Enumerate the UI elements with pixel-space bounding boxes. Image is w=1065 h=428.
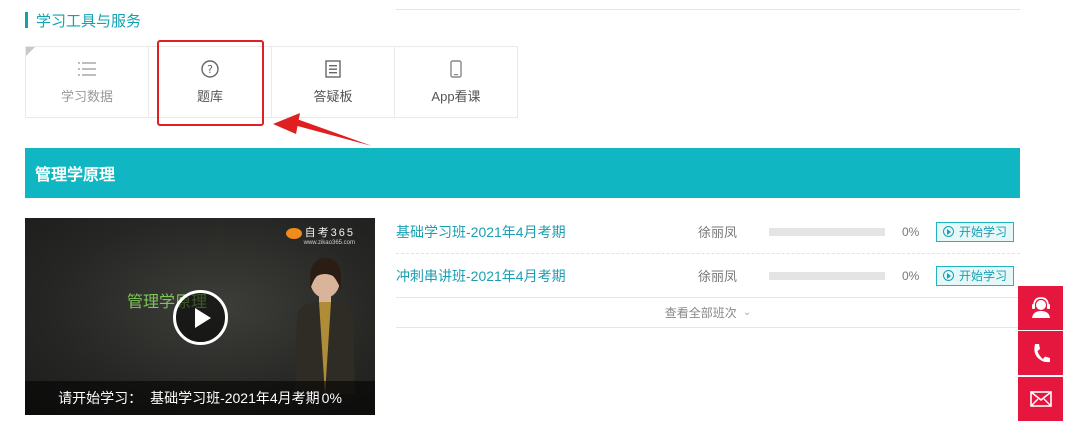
mail-button[interactable] — [1018, 377, 1063, 421]
progress-bar — [769, 227, 885, 236]
course-title: 管理学原理 — [35, 167, 116, 184]
progress-percent: 0% — [902, 224, 920, 239]
logo-url: www.zikao365.com — [303, 240, 355, 246]
tool-app-course[interactable]: App看课 — [394, 46, 518, 118]
caption-prefix: 请开始学习： — [58, 390, 143, 406]
caption-class: 基础学习班-2021年4月考期 — [150, 390, 320, 406]
video-player[interactable]: 自考365 www.zikao365.com 管理学原理 请开始学习： 基础学习… — [25, 218, 375, 415]
tool-qa-board[interactable]: 答疑板 — [271, 46, 395, 118]
caption-progress: 0% — [321, 390, 342, 406]
progress-percent: 0% — [902, 268, 920, 283]
logo-badge-icon — [285, 228, 302, 240]
class-name-link[interactable]: 基础学习班-2021年4月考期 — [396, 222, 696, 242]
list-icon — [78, 60, 96, 78]
view-all-label: 查看全部班次 — [664, 306, 737, 320]
tool-label: 答疑板 — [313, 88, 353, 104]
tool-label: App看课 — [431, 88, 481, 104]
class-list: 基础学习班-2021年4月考期 徐丽凤 0% 开始学习 冲刺串讲班-2021年4… — [396, 210, 1020, 328]
course-header: 管理学原理 — [25, 148, 1020, 198]
section-title: 学习工具与服务 — [36, 12, 142, 30]
mail-icon — [1029, 391, 1052, 407]
customer-service-icon — [1031, 297, 1050, 318]
tool-grid: 学习数据 ? 题库 答疑板 App看课 — [25, 46, 518, 118]
chevron-down-icon: ⌄ — [742, 307, 752, 318]
top-divider — [396, 0, 1020, 10]
customer-service-button[interactable] — [1018, 286, 1063, 330]
class-row: 基础学习班-2021年4月考期 徐丽凤 0% 开始学习 — [396, 210, 1020, 254]
play-button[interactable] — [173, 290, 228, 345]
section-accent-bar — [25, 12, 28, 28]
section-header: 学习工具与服务 — [25, 10, 141, 30]
highlight-box — [157, 40, 264, 126]
play-circle-icon — [943, 226, 954, 237]
document-icon — [324, 59, 342, 78]
phone-icon — [447, 59, 465, 78]
tool-learning-data[interactable]: 学习数据 — [25, 46, 149, 118]
instructor-image — [295, 258, 355, 394]
start-learning-label: 开始学习 — [959, 269, 1008, 283]
logo-brand: 自考365 — [304, 227, 355, 239]
teacher-name: 徐丽凤 — [698, 269, 738, 284]
start-learning-label: 开始学习 — [959, 225, 1008, 239]
video-caption: 请开始学习： 基础学习班-2021年4月考期 0% — [25, 381, 375, 415]
class-name-link[interactable]: 冲刺串讲班-2021年4月考期 — [396, 266, 696, 286]
start-learning-button[interactable]: 开始学习 — [936, 221, 1015, 242]
tool-label: 学习数据 — [60, 88, 113, 104]
progress-bar — [769, 271, 885, 280]
view-all-classes-link[interactable]: 查看全部班次 ⌄ — [396, 298, 1020, 328]
class-row: 冲刺串讲班-2021年4月考期 徐丽凤 0% 开始学习 — [396, 254, 1020, 298]
video-logo: 自考365 www.zikao365.com — [285, 224, 355, 246]
play-circle-icon — [943, 270, 954, 281]
phone-call-icon — [1033, 344, 1050, 363]
start-learning-button[interactable]: 开始学习 — [936, 265, 1015, 286]
teacher-name: 徐丽凤 — [698, 225, 738, 240]
play-icon — [194, 307, 211, 328]
corner-marker — [26, 47, 35, 56]
phone-call-button[interactable] — [1018, 331, 1063, 375]
